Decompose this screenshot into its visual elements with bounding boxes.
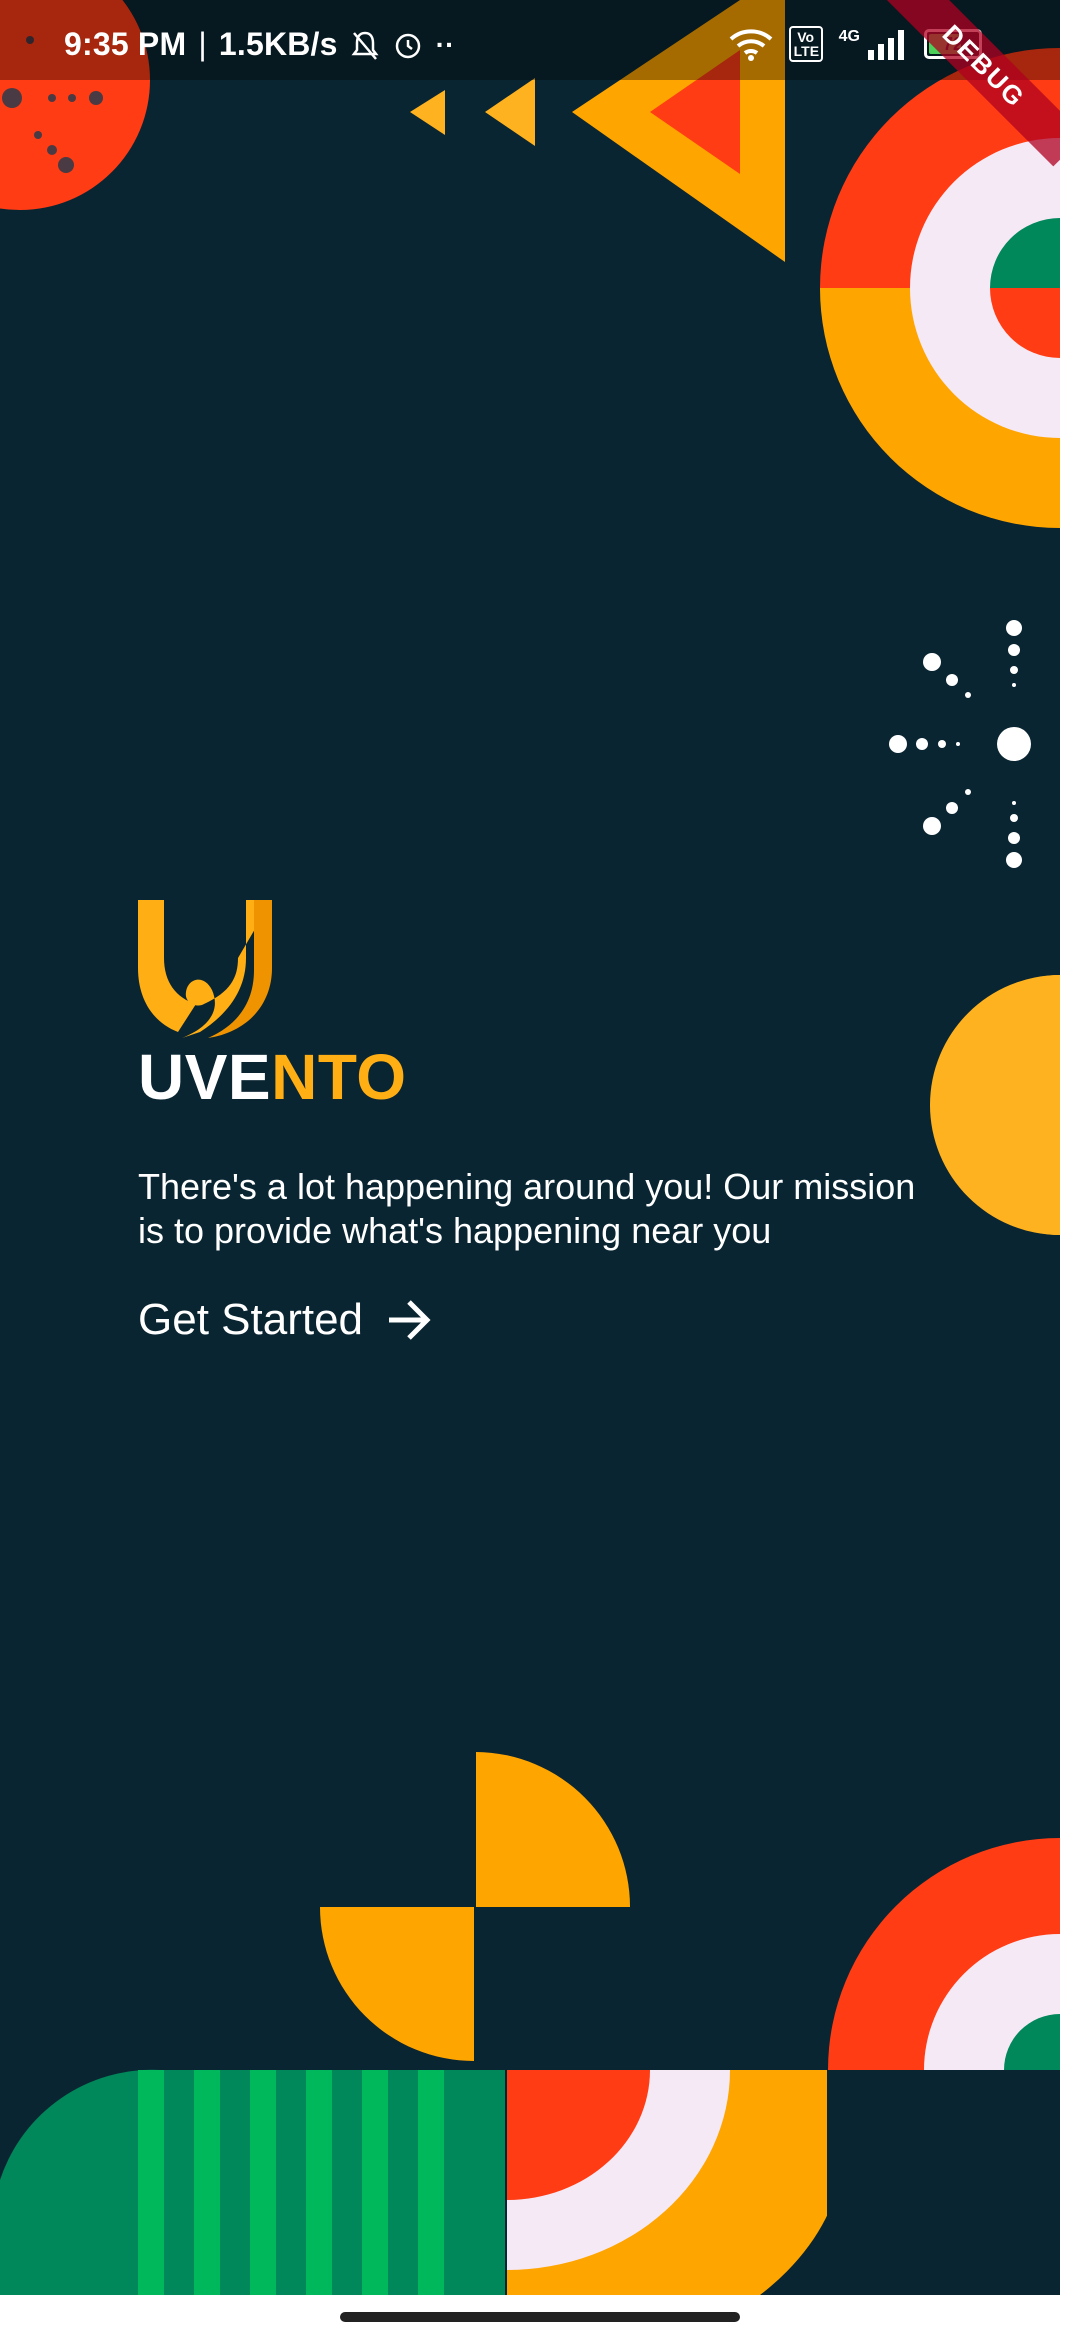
- brand-part-1: UVE: [138, 1041, 272, 1113]
- status-left: 9:35 PM | 1.5KB/s ··: [64, 26, 455, 63]
- home-indicator[interactable]: [340, 2312, 740, 2322]
- status-separator: |: [198, 26, 207, 62]
- quarter-shape-top: [476, 1752, 630, 1907]
- uvento-logo-icon: [138, 900, 272, 1038]
- small-triangle-2: [485, 78, 535, 146]
- get-started-label: Get Started: [138, 1295, 364, 1344]
- bell-off-icon: [351, 31, 379, 60]
- arrow-right-icon: [389, 1300, 431, 1340]
- status-time: 9:35 PM: [64, 26, 187, 62]
- brand-name: UVENTO: [138, 1045, 938, 1109]
- volte-icon: Vo LTE: [788, 26, 823, 62]
- intro-content: UVENTO There's a lot happening around yo…: [138, 900, 938, 1345]
- small-triangle-1: [410, 90, 445, 135]
- quarter-shape-bottom: [320, 1907, 474, 2061]
- wifi-icon: [729, 29, 772, 61]
- burst-dots: [889, 620, 1031, 868]
- signal-icon: [868, 30, 904, 60]
- alarm-icon: [395, 33, 420, 58]
- status-more-dots: ··: [435, 28, 455, 60]
- bottom-left-stripes: [0, 2069, 505, 2295]
- brand-part-2: NTO: [271, 1041, 407, 1113]
- network-label: 4G: [838, 28, 860, 45]
- get-started-button[interactable]: Get Started: [138, 1295, 938, 1345]
- bottom-middle-rings: [507, 2070, 845, 2295]
- bottom-right-rings: [828, 1838, 1060, 2070]
- splash-screen: 9:35 PM | 1.5KB/s ·· Vo LTE 4G DEBUG UVE…: [0, 0, 1060, 2295]
- tagline: There's a lot happening around you! Our …: [138, 1166, 916, 1251]
- right-edge-strip: [1060, 0, 1080, 2295]
- status-speed: 1.5KB/s: [218, 26, 338, 62]
